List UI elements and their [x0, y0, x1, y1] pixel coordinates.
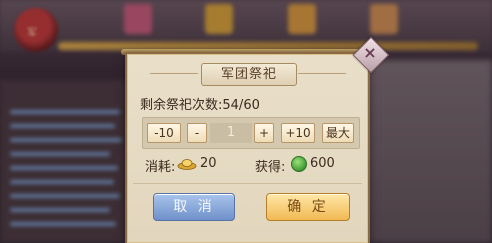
cancel-button[interactable]: 取 消: [153, 193, 235, 221]
minus-10-button[interactable]: -10: [147, 123, 181, 143]
minus-button[interactable]: -: [187, 123, 207, 143]
gain-label: 获得:: [255, 160, 286, 175]
dialog-divider: [133, 183, 362, 184]
dialog-title: 军团祭祀: [201, 63, 297, 86]
title-ornament-left: [150, 73, 198, 74]
remaining-value: 54/60: [222, 98, 260, 113]
title-ornament-right: [298, 73, 346, 74]
cost-label: 消耗:: [145, 160, 176, 175]
jade-coin-icon: [291, 156, 307, 172]
gain-value: 600: [310, 156, 335, 171]
confirm-button[interactable]: 确 定: [266, 193, 350, 221]
remaining-count: 剩余祭祀次数:54/60: [140, 94, 260, 113]
cost-value: 20: [200, 156, 217, 171]
plus-button[interactable]: +: [254, 123, 274, 143]
gold-ingot-icon: [177, 159, 197, 170]
quantity-input[interactable]: 1: [210, 123, 252, 143]
remaining-label: 剩余祭祀次数:: [140, 98, 223, 113]
plus-10-button[interactable]: +10: [281, 123, 315, 143]
max-button[interactable]: 最大: [322, 123, 354, 143]
close-icon: ×: [363, 43, 377, 62]
